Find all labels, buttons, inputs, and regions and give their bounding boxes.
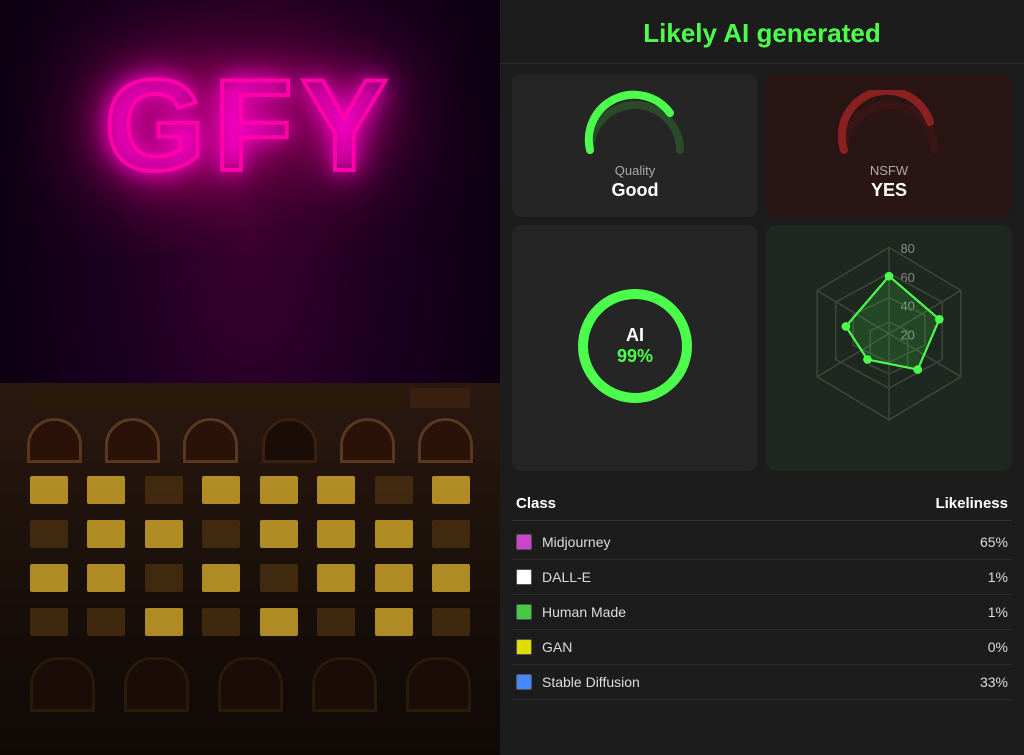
class-rows-container: Midjourney65%DALL-E1%Human Made1%GAN0%St… xyxy=(512,525,1012,700)
class-color-indicator xyxy=(516,674,532,690)
quality-label: Quality xyxy=(615,163,655,178)
ai-pct: 99% xyxy=(617,346,653,367)
class-row: GAN0% xyxy=(512,630,1012,665)
right-panel: Likely AI generated Quality Good xyxy=(500,0,1024,755)
svg-text:80: 80 xyxy=(901,241,915,256)
gfy-sign: GFY xyxy=(104,50,395,200)
ai-circle-gauge: AI 99% xyxy=(570,281,700,411)
class-name-label: DALL-E xyxy=(542,569,988,585)
class-pct-value: 1% xyxy=(988,604,1008,620)
class-row: DALL-E1% xyxy=(512,560,1012,595)
radar-card: 80 60 40 20 xyxy=(766,225,1012,471)
likeliness-col-header: Likeliness xyxy=(935,495,1008,512)
ai-label: AI xyxy=(617,325,653,346)
class-name-label: GAN xyxy=(542,639,988,655)
ai-gauge-text: AI 99% xyxy=(617,325,653,367)
building-structure xyxy=(0,375,500,755)
header: Likely AI generated xyxy=(500,0,1024,64)
nsfw-gauge xyxy=(834,90,944,155)
class-row: Midjourney65% xyxy=(512,525,1012,560)
class-row: Stable Diffusion33% xyxy=(512,665,1012,700)
class-col-header: Class xyxy=(516,495,556,512)
nsfw-label: NSFW xyxy=(870,163,908,178)
nsfw-value: YES xyxy=(871,180,907,201)
ai-card: AI 99% xyxy=(512,225,758,471)
result-title: Likely AI generated xyxy=(520,18,1004,49)
class-pct-value: 33% xyxy=(980,674,1008,690)
class-name-label: Human Made xyxy=(542,604,988,620)
class-color-indicator xyxy=(516,604,532,620)
class-pct-value: 65% xyxy=(980,534,1008,550)
quality-card: Quality Good xyxy=(512,74,758,217)
image-panel: GFY xyxy=(0,0,500,755)
metrics-grid: Quality Good NSFW YES xyxy=(500,64,1024,481)
class-table-header: Class Likeliness xyxy=(512,489,1012,521)
quality-gauge xyxy=(580,90,690,155)
class-name-label: Stable Diffusion xyxy=(542,674,980,690)
class-color-indicator xyxy=(516,639,532,655)
class-table: Class Likeliness Midjourney65%DALL-E1%Hu… xyxy=(500,481,1024,755)
quality-value: Good xyxy=(612,180,659,201)
class-name-label: Midjourney xyxy=(542,534,980,550)
class-pct-value: 1% xyxy=(988,569,1008,585)
nsfw-card: NSFW YES xyxy=(766,74,1012,217)
class-pct-value: 0% xyxy=(988,639,1008,655)
class-color-indicator xyxy=(516,569,532,585)
class-color-indicator xyxy=(516,534,532,550)
class-row: Human Made1% xyxy=(512,595,1012,630)
radar-chart: 80 60 40 20 xyxy=(774,233,1004,463)
